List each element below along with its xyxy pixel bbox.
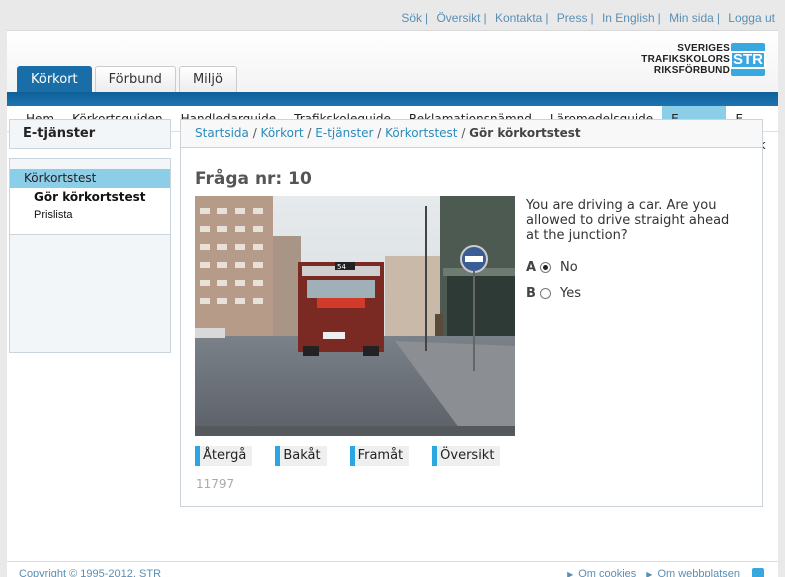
answer-label: No (560, 259, 578, 275)
section-tabs: Körkort Förbund Miljö (17, 66, 240, 92)
top-link-press[interactable]: Press (557, 11, 588, 25)
tab-korkort[interactable]: Körkort (17, 66, 92, 92)
question-id: 11797 (196, 477, 235, 491)
footer-link-cookies[interactable]: Om cookies (578, 568, 636, 577)
top-links: Sök | Översikt | Kontakta | Press | In Engli… (401, 11, 775, 25)
arrow-right-icon: ▶ (646, 569, 653, 577)
rss-icon[interactable] (752, 568, 764, 577)
answer-option-b[interactable]: B Yes (526, 280, 581, 306)
footer: Copyright © 1995-2012, STR ▶ Om cookies … (7, 561, 778, 577)
logo-mark: STR (730, 50, 766, 69)
breadcrumb-e-tjanster[interactable]: E-tjänster (315, 126, 373, 140)
tab-forbund[interactable]: Förbund (94, 66, 176, 92)
header: SVERIGES TRAFIKSKOLORS RIKSFÖRBUND STR K… (7, 31, 778, 92)
answer-options: A No B Yes (526, 254, 581, 306)
answer-radio-a[interactable] (540, 261, 551, 273)
bus-route-number: 54 (337, 263, 346, 271)
answer-option-a[interactable]: A No (526, 254, 581, 280)
arrow-right-icon: ▶ (567, 569, 574, 577)
question-title: Fråga nr: 10 (195, 169, 312, 189)
logo-text[interactable]: SVERIGES TRAFIKSKOLORS RIKSFÖRBUND (641, 43, 730, 76)
previous-button[interactable]: Bakåt (275, 446, 327, 466)
breadcrumb-startsida[interactable]: Startsida (195, 126, 249, 140)
answer-radio-b[interactable] (540, 287, 551, 299)
top-link-contact[interactable]: Kontakta (495, 11, 542, 25)
footer-link-about[interactable]: Om webbplatsen (657, 568, 740, 577)
top-link-my-page[interactable]: Min sida (669, 11, 714, 25)
sidebar-item-gor-korkortstest[interactable]: Gör körkortstest (10, 188, 170, 206)
top-link-search[interactable]: Sök (401, 11, 422, 25)
sidebar: E-tjänster Körkortstest Gör körkortstest… (9, 119, 171, 353)
top-link-english[interactable]: In English (602, 11, 655, 25)
next-button[interactable]: Framåt (349, 446, 410, 466)
overview-button[interactable]: Översikt (432, 446, 501, 466)
street-scene-image: 54 (195, 196, 515, 436)
top-link-logout[interactable]: Logga ut (728, 11, 775, 25)
back-to-start-button[interactable]: Återgå (195, 446, 253, 466)
str-logo-icon[interactable]: STR (730, 43, 766, 76)
sidebar-menu: Körkortstest Gör körkortstest Prislista (9, 158, 171, 353)
copyright: Copyright © 1995-2012, STR (19, 568, 162, 577)
brand-bar (7, 92, 778, 106)
main-content: Startsida / Körkort / E-tjänster / Körko… (180, 119, 763, 507)
breadcrumb-korkort[interactable]: Körkort (261, 126, 304, 140)
answer-label: Yes (560, 285, 581, 301)
breadcrumb-korkortstest[interactable]: Körkortstest (385, 126, 457, 140)
answer-letter: A (526, 259, 537, 275)
sidebar-item-prislista[interactable]: Prislista (10, 206, 170, 224)
question-nav-buttons: Återgå Bakåt Framåt Översikt (195, 446, 523, 466)
answer-letter: B (526, 285, 536, 301)
top-link-overview[interactable]: Översikt (436, 11, 480, 25)
sidebar-title: E-tjänster (9, 119, 171, 149)
logo-line-3: RIKSFÖRBUND (653, 65, 730, 76)
logo-line-1: SVERIGES (677, 43, 730, 54)
logo-line-2: TRAFIKSKOLORS (641, 54, 730, 65)
tab-miljo[interactable]: Miljö (178, 66, 237, 92)
breadcrumb-current: Gör körkortstest (469, 126, 581, 140)
footer-links: ▶ Om cookies ▶ Om webbplatsen (557, 568, 764, 577)
sidebar-item-korkortstest[interactable]: Körkortstest (10, 169, 170, 188)
question-photo: 54 (195, 196, 515, 436)
breadcrumb: Startsida / Körkort / E-tjänster / Körko… (181, 120, 762, 148)
question-text: You are driving a car. Are you allowed t… (526, 198, 730, 243)
